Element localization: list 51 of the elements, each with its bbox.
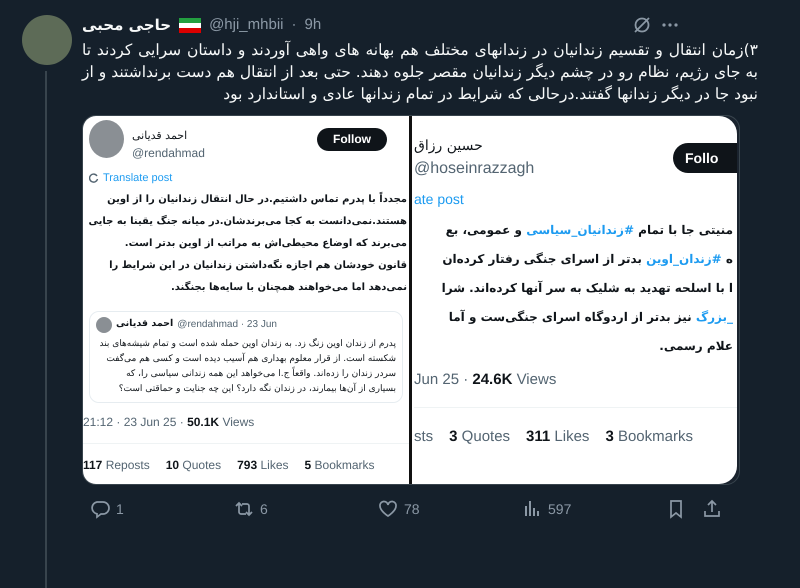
repost-icon bbox=[234, 499, 254, 519]
author-name: حسین رزاق bbox=[414, 136, 484, 156]
flag-icon bbox=[179, 18, 202, 33]
separator-dot: · bbox=[291, 15, 296, 35]
heart-icon bbox=[378, 499, 398, 519]
author-handle: @hoseinrazzagh bbox=[414, 158, 534, 178]
stat-label[interactable]: 3 Bookmarks bbox=[605, 426, 693, 448]
post-meta: Jun 25 · 24.6K Views bbox=[414, 370, 558, 390]
author-name: احمد قدیانی bbox=[116, 317, 174, 332]
author-handle: @rendahmad · 23 Jun bbox=[177, 318, 277, 332]
share-icon[interactable] bbox=[702, 499, 722, 519]
avatar-placeholder bbox=[96, 316, 112, 332]
author-name: احمد قدیانی bbox=[132, 128, 188, 144]
avatar-placeholder bbox=[89, 120, 124, 158]
post-line: علام رسمی. bbox=[658, 338, 733, 355]
post-line: ا با اسلحه تهدید به شلیک به سر آنها کرده‌اند. شرا bbox=[440, 280, 733, 297]
translate-icon bbox=[89, 173, 99, 184]
post-line: مجدداً با پدرم تماس داشتیم.در حال انتقال زندانیان را از اوین bbox=[106, 190, 407, 206]
quote-text: پدرم از زندان اوین زنگ زد. به زندان اوین حمله شده است و تمام شیشه‌های بند شکسته است. از قرار معلوم بهداری هم آسیب دیده است و کسی هم می‌گفت سردر زندان را زده‌اند. واقعاً ج.ا می‌خواهد این همه زندانی سیاسی را، که بسیاری از آن‌ها بیمارند، در زندان نگه دارد؟ این چه جنایت و حماقتی است؟ bbox=[98, 337, 396, 396]
post-line: _بزرگ نیز بدتر از اردوگاه اسرای جنگی‌ست و آما bbox=[448, 308, 733, 326]
reply-icon bbox=[90, 499, 110, 519]
media-frame[interactable] bbox=[82, 114, 740, 484]
action-button[interactable]: 6 bbox=[234, 498, 378, 520]
follow-button[interactable]: Follo bbox=[673, 143, 737, 173]
post-line: می‌برند که اوضاع محیطی‌اش به مراتب از اوین بدتر است. bbox=[124, 236, 407, 250]
post-line: هستند.نمی‌دانست به کجا می‌برندشان.در میانه جنگ یقینا به جایی bbox=[89, 214, 407, 228]
stat-label[interactable]: 10 Quotes bbox=[166, 456, 222, 474]
action-button[interactable]: 1 bbox=[90, 498, 234, 520]
post-text: ۳)زمان انتقال و تقسیم زندانیان در زندانهای مختلف هم بهانه های واهی آوردند و داستان سرایی کردند تا به جای رژیم، نظام رو در چشم دیگر زندانیان مقصر جلوه دهند. حتی بعد از انتقال هم دست برنداشتند و از نبود جا در دیگر زندانها گفتند.درحالی که شرایط در تمام زندانها عادی و استاندارد بود bbox=[82, 40, 758, 104]
author-name[interactable]: حاجی محبی bbox=[82, 14, 172, 36]
avatar-placeholder[interactable] bbox=[22, 15, 72, 65]
author-handle[interactable]: @hji_mhbii bbox=[209, 14, 284, 36]
post-line: نمی‌دهد اما می‌خواهند همچنان با سایه‌ها بجنگند. bbox=[170, 280, 407, 294]
stat-label[interactable]: 793 Likes bbox=[237, 456, 288, 474]
stat-label[interactable]: 117 Reposts bbox=[83, 456, 150, 474]
follow-button[interactable]: Follow bbox=[317, 128, 387, 150]
post-line: منیتی جا با تمام #زندانیان_سیاسی و عمومی، بع bbox=[444, 222, 733, 239]
stat-label[interactable]: 3 Quotes bbox=[449, 426, 510, 448]
author-handle: @rendahmad bbox=[132, 145, 205, 162]
post-meta: 21:12 · 23 Jun 25 · 50.1K Views bbox=[83, 414, 256, 430]
slashed-circle-icon[interactable] bbox=[632, 15, 652, 36]
action-button[interactable]: 597 bbox=[522, 498, 666, 520]
stat-label[interactable]: 5 Bookmarks bbox=[304, 456, 375, 474]
bar-chart-icon bbox=[522, 499, 542, 519]
post-line: قانون خودشان هم اجازه نگه‌داشتن زندانیان در این شرایط را bbox=[108, 258, 407, 272]
stat-label[interactable]: sts bbox=[414, 426, 434, 448]
post-time[interactable]: 9h bbox=[304, 14, 322, 36]
action-button[interactable]: 78 bbox=[378, 498, 522, 520]
post-line: ه #زندان_اوین بدتر از اسرای جنگی رفتار کرده‌ان bbox=[441, 250, 733, 268]
stat-label[interactable]: 311 Likes bbox=[526, 426, 590, 448]
quote-card[interactable] bbox=[89, 310, 403, 402]
